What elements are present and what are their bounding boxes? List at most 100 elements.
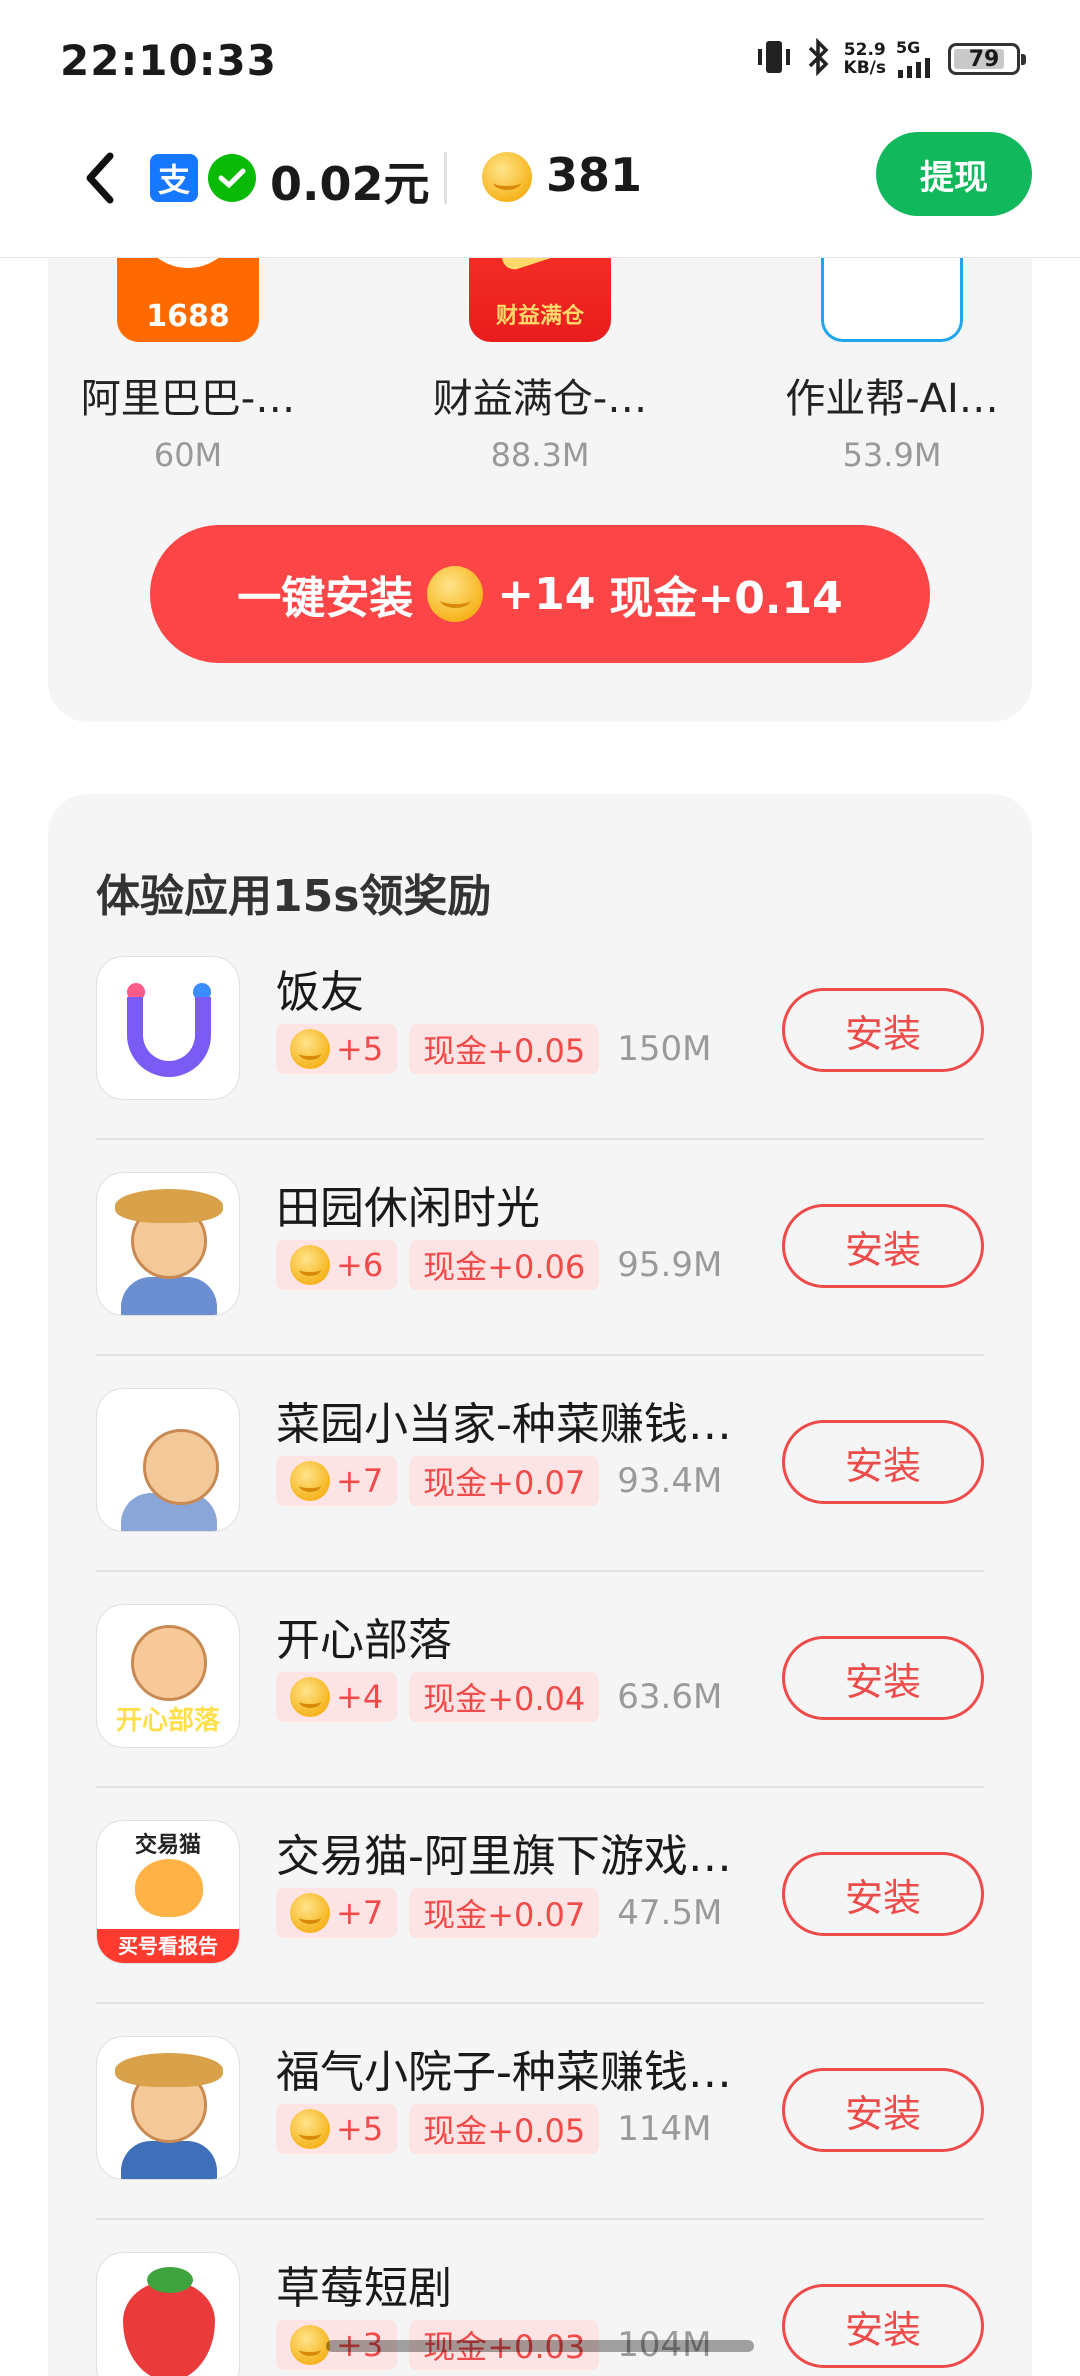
withdraw-button[interactable]: 提现 [876, 132, 1032, 216]
list-item[interactable]: 田园休闲时光 +6 现金+0.06 95.9M 安装 [96, 1140, 984, 1356]
one-click-install-button[interactable]: 一键安装 +14 现金+0.14 [150, 525, 930, 663]
vibrate-icon [754, 39, 794, 79]
coin-icon [290, 1461, 330, 1501]
install-button[interactable]: 安装 [782, 2284, 984, 2368]
list-item[interactable]: 饭友 +5 现金+0.05 150M 安装 [96, 924, 984, 1140]
icon-text: 开心部落 [115, 1706, 220, 1736]
app-name: 开心部落 [276, 1615, 452, 1666]
list-item[interactable]: 菜园小当家-种菜赚钱… +7 现金+0.07 93.4M 安装 [96, 1356, 984, 1572]
back-button[interactable] [70, 148, 130, 208]
coin-reward: +5 [336, 2110, 384, 2148]
net-speed-unit: KB/s [843, 58, 886, 78]
trial-apps-card: 体验应用15s领奖励 饭友 +5 现金+0.05 150M 安装 田园休闲时光 … [48, 794, 1032, 2376]
coin-icon [427, 566, 484, 622]
install-all-coins: +14 [497, 568, 596, 620]
coin-reward-tag: +7 [276, 1456, 398, 1506]
coin-reward-tag: +5 [276, 2104, 398, 2154]
list-item[interactable]: 开心部落 开心部落 +4 现金+0.04 63.6M 安装 [96, 1572, 984, 1788]
chevron-left-icon [86, 152, 114, 204]
battery-icon: 79 [948, 43, 1026, 75]
status-bar: 22:10:33 52.9 KB/s 5G 79 [0, 0, 1080, 122]
reward-tags: +4 现金+0.04 63.6M [276, 1672, 722, 1722]
reward-tags: +7 现金+0.07 93.4M [276, 1456, 722, 1506]
app-name: 草莓短剧 [276, 2263, 452, 2314]
section-title: 体验应用15s领奖励 [96, 871, 492, 922]
app-jiaoyimao-icon: 交易猫 买号看报告 [96, 1820, 240, 1964]
app-size: 47.5M [617, 1893, 723, 1933]
app-name: 田园休闲时光 [276, 1183, 540, 1234]
install-all-label: 一键安装 [237, 573, 414, 624]
cash-reward-tag: 现金+0.06 [409, 1240, 600, 1290]
app-kaixin-icon: 开心部落 [96, 1604, 240, 1748]
app-tianyuan-icon [96, 1172, 240, 1316]
cash-reward-tag: 现金+0.07 [409, 1888, 600, 1938]
list-item[interactable]: 草莓短剧 +3 现金+0.03 104M 安装 [96, 2220, 984, 2376]
wechat-pay-icon [208, 154, 256, 202]
home-indicator[interactable] [326, 2340, 754, 2352]
install-button[interactable]: 安装 [782, 1636, 984, 1720]
icon-text: 财益满仓 [495, 304, 584, 329]
install-all-cash: 现金+0.14 [609, 573, 843, 624]
coin-icon [290, 1245, 330, 1285]
app-page: 22:10:33 52.9 KB/s 5G 79 支 0.02元 381 提现 … [0, 0, 1080, 2376]
header-divider [444, 152, 447, 204]
coin-icon [482, 152, 532, 202]
cash-reward-tag: 现金+0.05 [409, 2104, 600, 2154]
coin-reward-tag: +6 [276, 1240, 398, 1290]
install-button[interactable]: 安装 [782, 988, 984, 1072]
install-button[interactable]: 安装 [782, 2068, 984, 2152]
cash-reward-tag: 现金+0.04 [409, 1672, 600, 1722]
app-name: 财益满仓-… [432, 376, 648, 422]
net-speed-value: 52.9 [843, 40, 886, 60]
app-size: 150M [617, 1029, 712, 1069]
icon-text: 1688 [146, 299, 230, 334]
battery-level: 79 [968, 46, 1000, 72]
install-button[interactable]: 安装 [782, 1204, 984, 1288]
cash-reward-tag: 现金+0.07 [409, 1456, 600, 1506]
icon-text: 交易猫 [134, 1833, 201, 1858]
signal-bars-icon [898, 58, 930, 78]
reward-tags: +7 现金+0.07 47.5M [276, 1888, 722, 1938]
coin-reward: +7 [336, 1462, 384, 1500]
app-name: 菜园小当家-种菜赚钱… [276, 1399, 732, 1450]
coin-icon [290, 1029, 330, 1069]
coin-reward-tag: +4 [276, 1672, 398, 1722]
alipay-icon: 支 [150, 154, 198, 202]
app-size: 60M [153, 436, 223, 474]
app-caiyuan-icon [96, 1388, 240, 1532]
list-item[interactable]: 交易猫买号看报告 交易猫-阿里旗下游戏… +7 现金+0.07 47.5M 安装 [96, 1788, 984, 2004]
coin-icon [290, 2109, 330, 2149]
coin-reward: +7 [336, 1894, 384, 1932]
net-speed: 52.9 KB/s [844, 41, 886, 77]
app-size: 114M [617, 2109, 712, 2149]
coin-reward: +4 [336, 1678, 384, 1716]
cash-reward-tag: 现金+0.05 [409, 1024, 600, 1074]
coin-reward-tag: +5 [276, 1024, 398, 1074]
icon-banner: 买号看报告 [97, 1929, 239, 1963]
bluetooth-icon [804, 37, 834, 80]
app-name: 交易猫-阿里旗下游戏… [276, 1831, 732, 1882]
top-header: 支 0.02元 381 提现 [0, 122, 1080, 258]
coin-balance: 381 [546, 148, 643, 202]
app-size: 63.6M [617, 1677, 723, 1717]
coin-icon [290, 2325, 330, 2365]
app-name: 福气小院子-种菜赚钱… [276, 2047, 732, 2098]
app-name: 阿里巴巴-… [80, 376, 296, 422]
status-icons: 52.9 KB/s 5G 79 [754, 37, 1026, 80]
install-button[interactable]: 安装 [782, 1852, 984, 1936]
install-button[interactable]: 安装 [782, 1420, 984, 1504]
network-type: 5G [896, 38, 921, 57]
app-size: 95.9M [617, 1245, 723, 1285]
app-size: 93.4M [617, 1461, 723, 1501]
reward-tags: +5 现金+0.05 150M [276, 1024, 711, 1074]
cash-balance: 0.02元 [270, 157, 430, 211]
reward-tags: +5 现金+0.05 114M [276, 2104, 711, 2154]
app-fanyou-icon [96, 956, 240, 1100]
list-item[interactable]: 福气小院子-种菜赚钱… +5 现金+0.05 114M 安装 [96, 2004, 984, 2220]
cell-signal: 5G [896, 40, 938, 78]
coin-icon [290, 1677, 330, 1717]
app-name: 作业帮-AI… [785, 376, 999, 422]
coin-reward-tag: +7 [276, 1888, 398, 1938]
clock: 22:10:33 [60, 36, 277, 85]
app-fuqi-icon [96, 2036, 240, 2180]
